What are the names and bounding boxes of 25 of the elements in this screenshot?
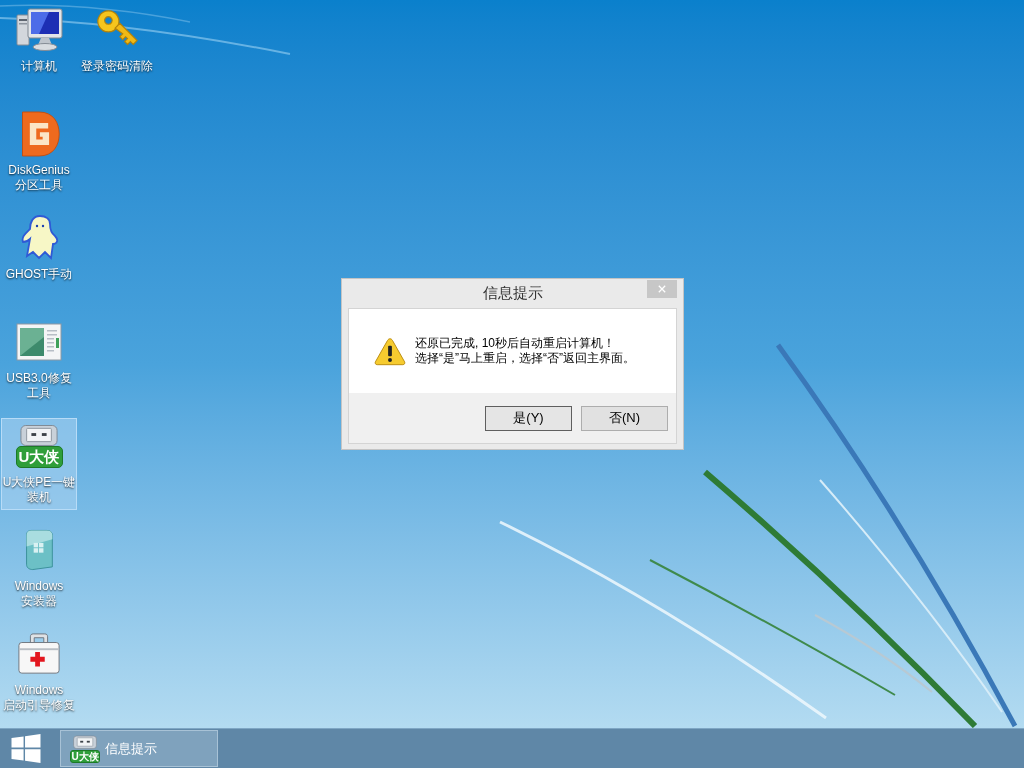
close-icon — [658, 285, 666, 293]
installer-box-icon — [23, 527, 55, 573]
windows-logo-icon — [11, 734, 41, 763]
app-window-icon — [16, 323, 62, 361]
dialog-button[interactable]: 是(Y) — [485, 405, 572, 431]
desktop-shortcut[interactable]: USB3.0修复 工具 — [1, 314, 77, 406]
logo-label: U大侠 — [15, 446, 63, 468]
message-text: 还原已完成, 10秒后自动重启计算机！ — [415, 336, 616, 351]
message-text: 选择“是”马上重启，选择“否”返回主界面。 — [415, 351, 635, 366]
dialog-title: 信息提示 — [482, 283, 543, 304]
warning-icon — [374, 336, 406, 366]
dialog-button[interactable]: 否(N) — [581, 405, 668, 431]
computer-icon — [15, 8, 63, 52]
logo-label: U大侠 — [70, 750, 100, 763]
desktop-shortcut[interactable]: 登录密码清除 — [79, 2, 155, 79]
desktop-shortcut[interactable]: U大侠 U大侠PE一键 装机 — [1, 418, 77, 510]
usb-connector-icon — [73, 734, 97, 750]
desktop-shortcut[interactable]: DiskGenius 分区工具 — [1, 106, 77, 198]
desktop-shortcut[interactable]: Windows 安装器 — [1, 522, 77, 614]
desktop-shortcut[interactable]: 计算机 — [1, 2, 77, 79]
first-aid-kit-icon — [16, 632, 62, 676]
ghost-icon — [19, 214, 59, 262]
usb-connector-icon — [20, 424, 58, 446]
desktop-shortcut[interactable]: GHOST手动 — [1, 210, 77, 287]
taskbar-button[interactable]: U大侠 信息提示 — [60, 730, 218, 767]
